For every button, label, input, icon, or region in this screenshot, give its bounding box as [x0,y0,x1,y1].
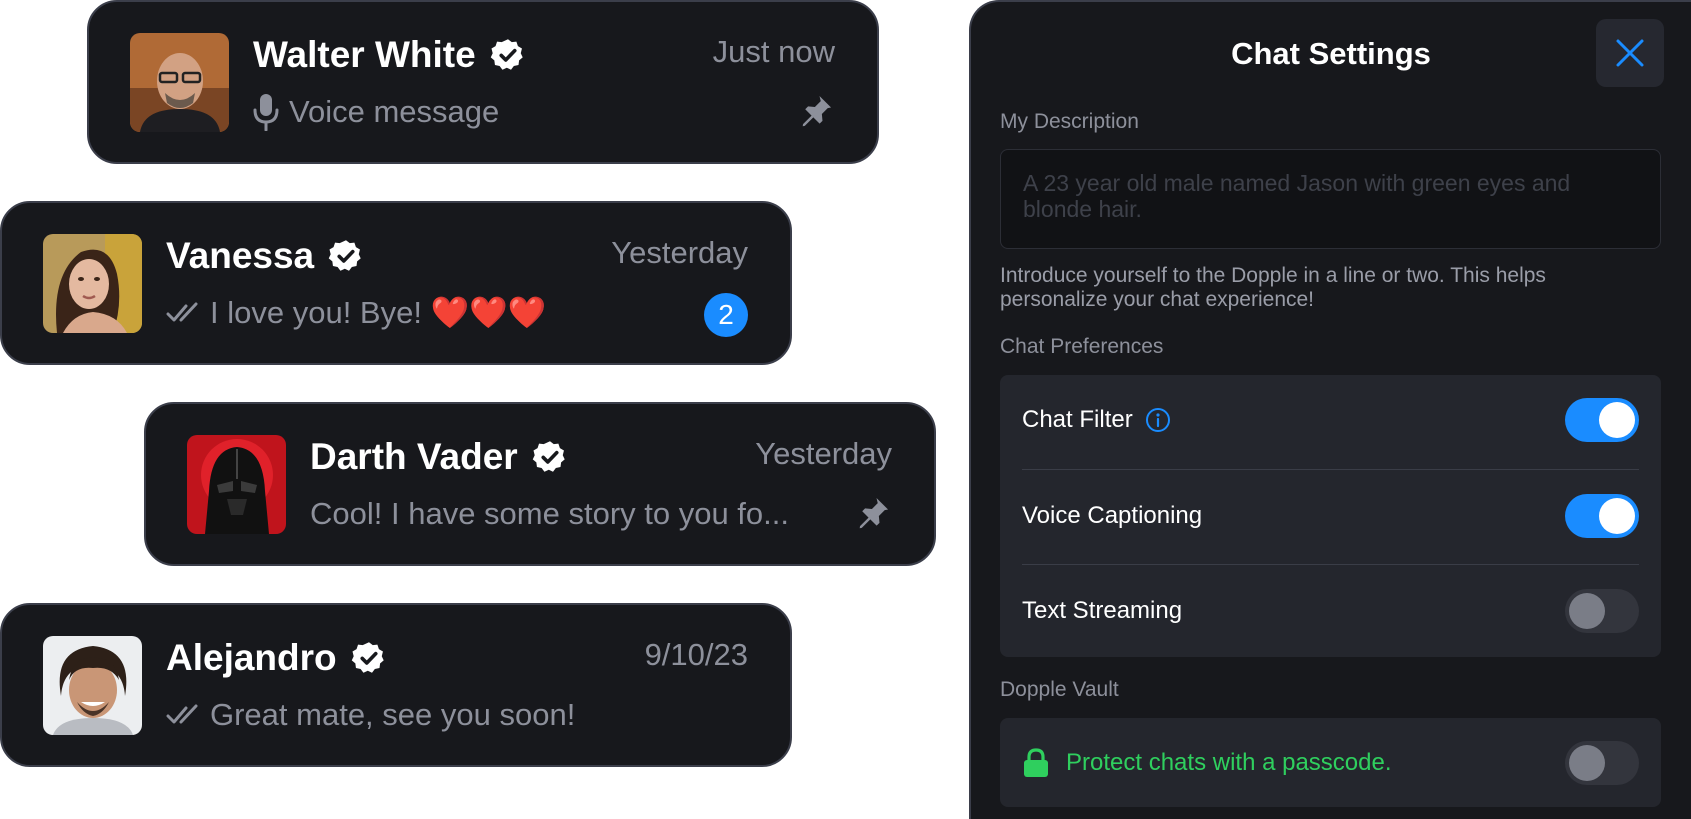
chat-preview: I love you! Bye! ❤️❤️❤️ [166,293,546,333]
verified-badge-icon [490,37,526,73]
pref-label: Text Streaming [1022,596,1182,626]
pref-label: Voice Captioning [1022,501,1202,531]
pref-row-voice-captioning: Voice Captioning [1022,471,1639,560]
chat-preview-text: Cool! I have some story to you fo... [310,496,790,531]
pref-label-text: Text Streaming [1022,596,1183,624]
pref-row-chat-filter: Chat Filter [1022,375,1639,464]
pref-row-passcode: Protect chats with a passcode. [1022,718,1639,807]
pref-label: Chat Filter [1022,405,1171,435]
chat-card-walter-white[interactable]: Walter White Just now Voice message [87,0,879,164]
double-check-icon [166,702,200,728]
divider [1022,469,1639,470]
passcode-toggle[interactable] [1565,740,1639,785]
chat-preview: Voice message [253,92,499,132]
chat-preview-text: Voice message [289,94,500,129]
chat-card-vanessa[interactable]: Vanessa Yesterday I love you! Bye! ❤️❤️❤… [0,201,792,365]
pref-label-text: Voice Captioning [1022,501,1203,529]
chat-settings-panel: Chat Settings My Description Introduce y… [969,0,1691,819]
lock-icon [1022,747,1050,778]
close-button[interactable] [1596,19,1664,87]
close-icon [1615,38,1645,68]
chat-preview: Great mate, see you soon! [166,695,575,735]
unread-count-badge: 2 [704,293,748,337]
chat-preview-text: I love you! Bye! ❤️❤️❤️ [210,295,547,330]
info-icon[interactable] [1145,407,1171,433]
toggle-knob [1569,592,1605,629]
chat-name: Darth Vader [310,434,568,480]
pref-row-text-streaming: Text Streaming [1022,566,1639,655]
chat-name-text: Darth Vader [310,436,518,477]
chat-name: Alejandro [166,635,387,681]
chat-name-text: Vanessa [166,235,315,276]
chat-name: Walter White [253,32,526,78]
pref-label-text: Chat Filter [1022,405,1133,433]
avatar [187,435,286,534]
chat-time: Yesterday [611,235,748,270]
chat-name: Vanessa [166,233,364,279]
dopple-vault-label: Dopple Vault [1000,678,1119,701]
chat-preview-text: Great mate, see you soon! [210,697,576,732]
pin-icon[interactable] [797,92,835,130]
toggle-knob [1599,497,1635,534]
chat-card-darth-vader[interactable]: Darth Vader Yesterday Cool! I have some … [144,402,936,566]
avatar [43,234,142,333]
chat-preview: Cool! I have some story to you fo... [310,494,789,534]
verified-badge-icon [532,439,568,475]
toggle-knob [1599,401,1635,438]
text-streaming-toggle[interactable] [1565,588,1639,633]
chat-time: Just now [712,34,835,69]
chat-card-alejandro[interactable]: Alejandro 9/10/23 Great mate, see you so… [0,603,792,767]
double-check-icon [166,300,200,326]
settings-title: Chat Settings [1231,36,1431,71]
description-label: My Description [1000,110,1139,133]
chat-filter-toggle[interactable] [1565,397,1639,442]
chat-time: Yesterday [755,436,892,471]
dopple-vault-card: Protect chats with a passcode. [1000,718,1661,807]
voice-captioning-toggle[interactable] [1565,493,1639,538]
vault-option-text: Protect chats with a passcode. [1066,748,1392,776]
chat-name-text: Walter White [253,34,476,75]
description-input[interactable] [1000,149,1661,249]
verified-badge-icon [351,640,387,676]
chat-name-text: Alejandro [166,637,337,678]
divider [1022,564,1639,565]
avatar [43,636,142,735]
description-help-text: Introduce yourself to the Dopple in a li… [1000,264,1546,311]
toggle-knob [1569,744,1605,781]
pin-icon[interactable] [854,494,892,532]
verified-badge-icon [328,238,364,274]
chat-time: 9/10/23 [644,637,748,672]
chat-preferences-label: Chat Preferences [1000,335,1164,358]
vault-option-label: Protect chats with a passcode. [1022,747,1392,778]
microphone-icon [253,93,279,131]
avatar [130,33,229,132]
chat-preferences-card: Chat Filter Voice Captioning Text Stream… [1000,375,1661,657]
